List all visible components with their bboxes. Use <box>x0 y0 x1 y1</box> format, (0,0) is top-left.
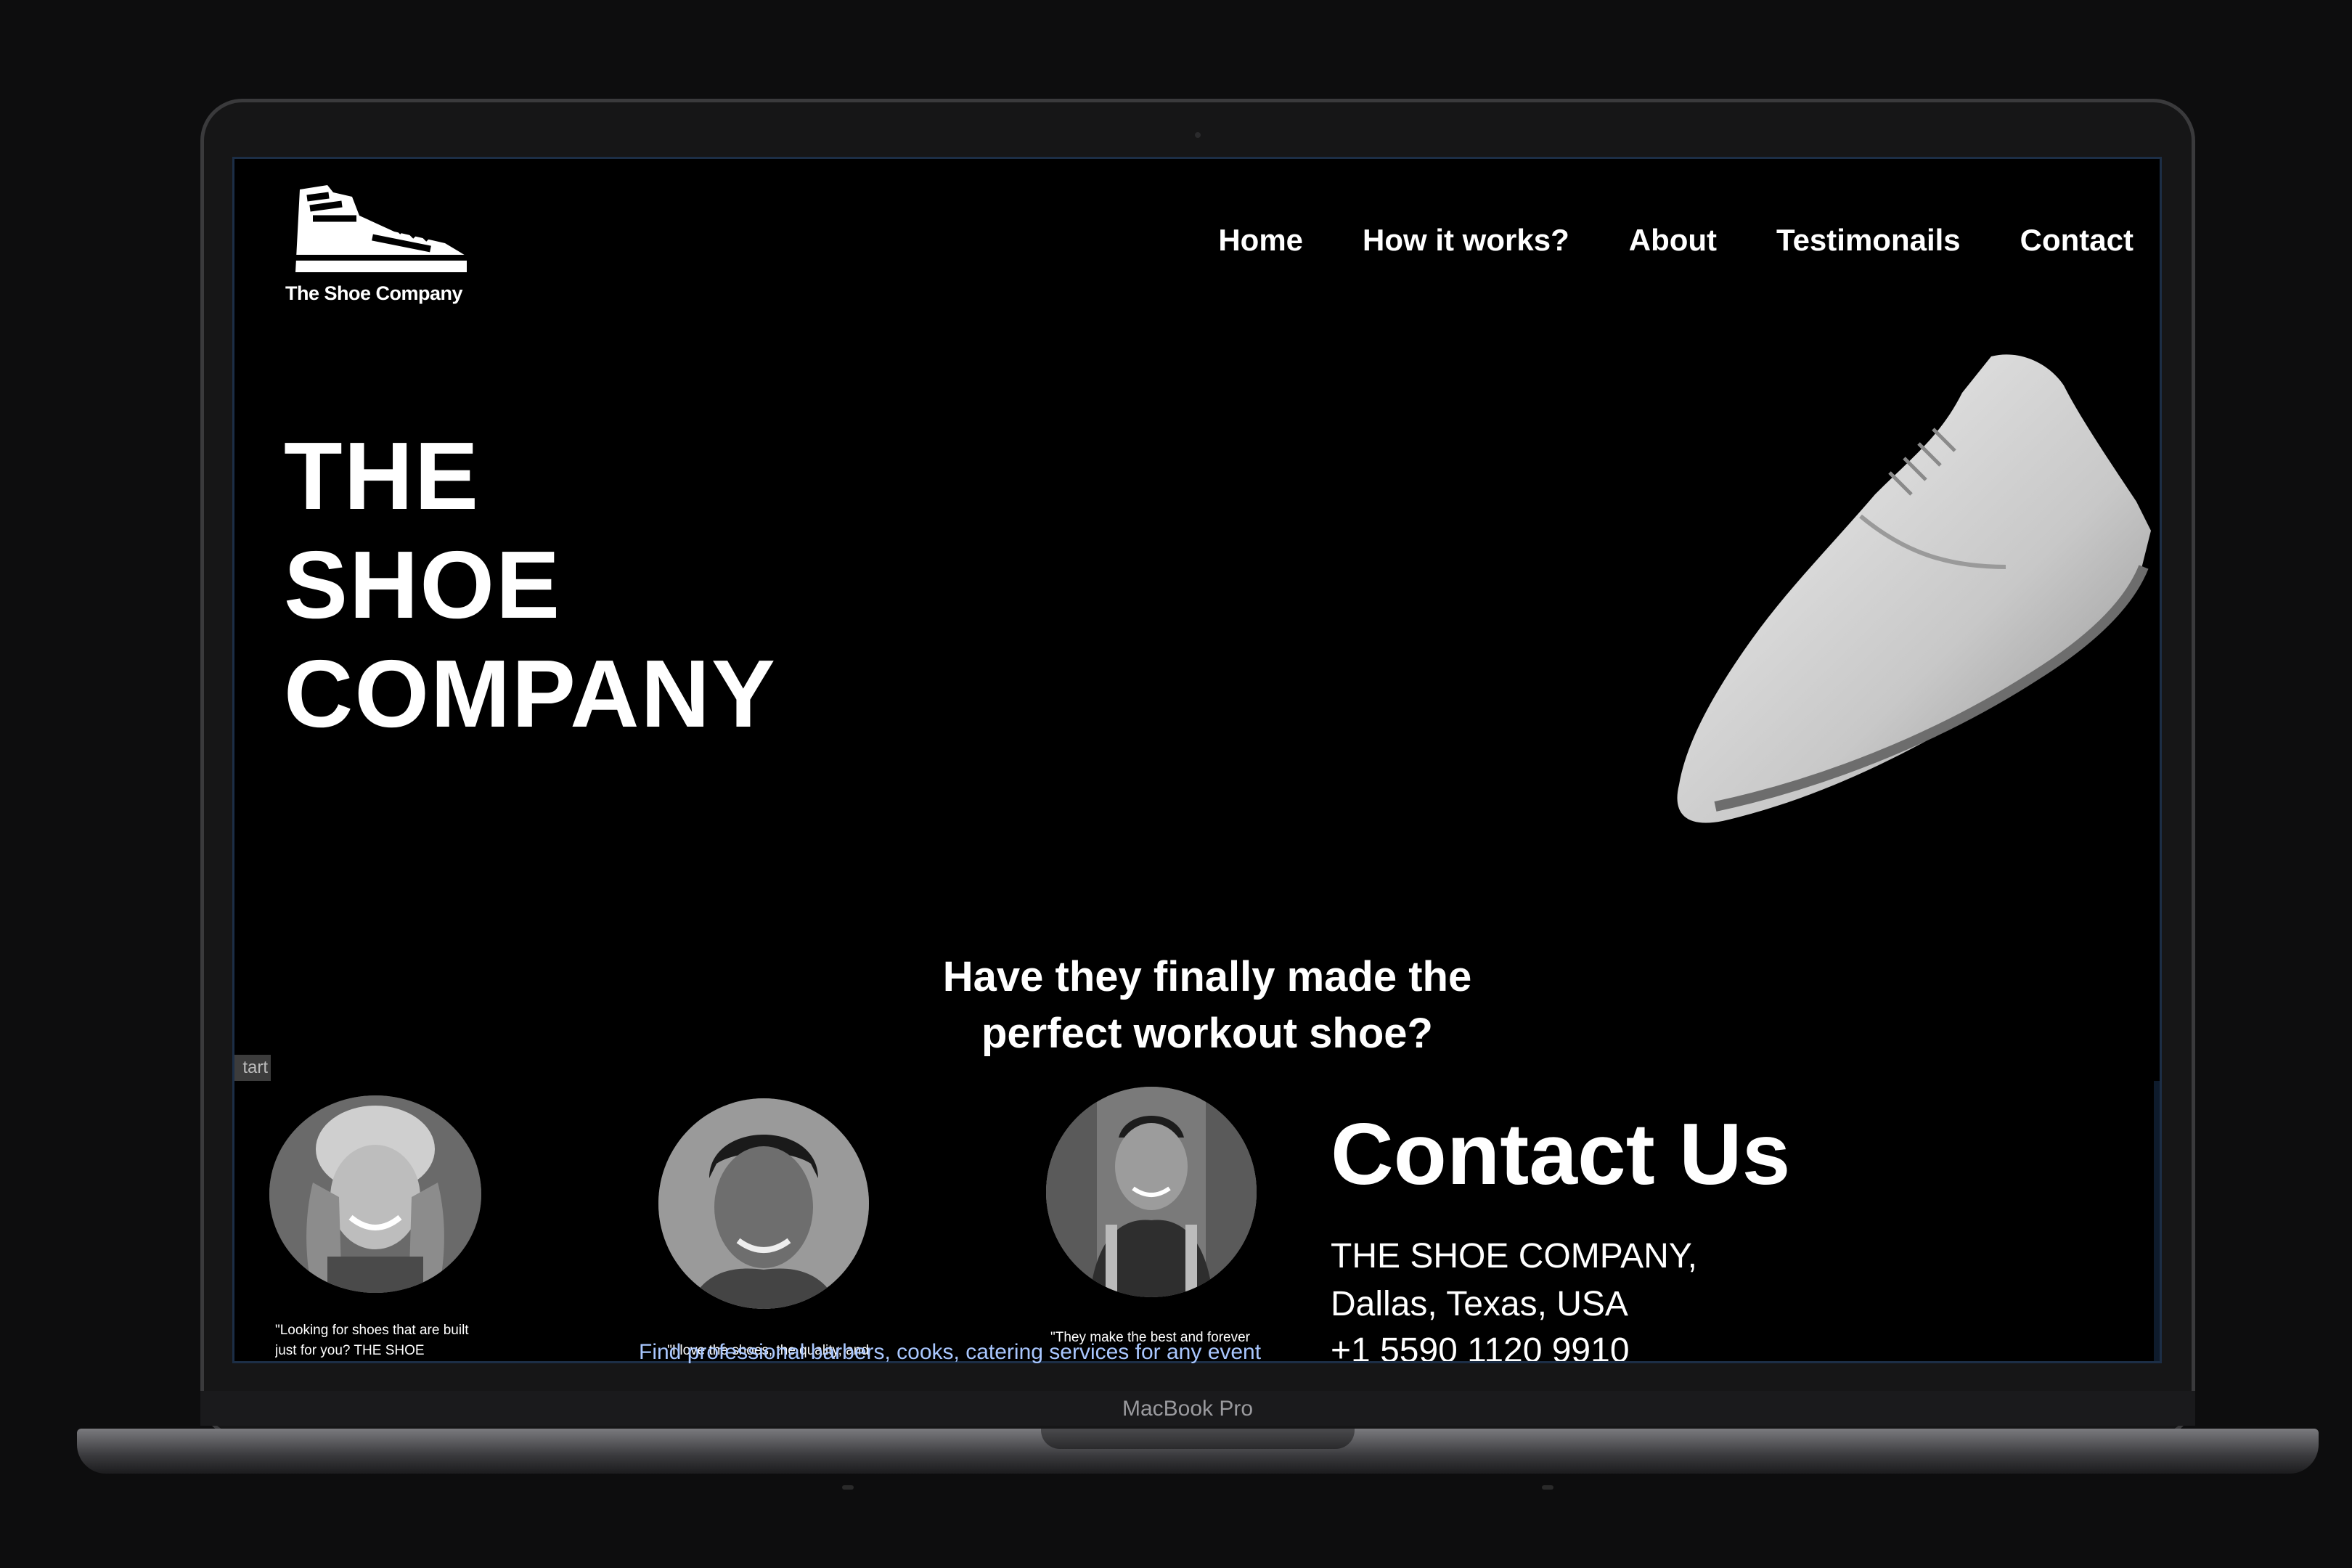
contact-location: Dallas, Texas, USA <box>1331 1285 1628 1323</box>
testimonial-quote: "Looking for shoes that are built just f… <box>275 1323 469 1358</box>
laptop-notch <box>1041 1429 1355 1449</box>
nav-testimonials[interactable]: Testimonails <box>1776 223 1961 258</box>
nav-about[interactable]: About <box>1629 223 1717 258</box>
testimonial-avatar <box>658 1098 869 1309</box>
device-label: MacBook Pro <box>1122 1397 1254 1421</box>
testimonial-avatar <box>269 1095 481 1293</box>
sneaker-image <box>1677 354 2151 823</box>
main-nav: Home How it works? About Testimonails Co… <box>1218 223 2133 258</box>
hero-title-line: THE <box>284 422 480 529</box>
laptop-foot <box>1542 1485 1553 1490</box>
nav-how-it-works[interactable]: How it works? <box>1363 223 1569 258</box>
contact-title: Contact Us <box>1331 1106 1791 1203</box>
logo-text: The Shoe Company <box>285 282 463 304</box>
tagline-line: perfect workout shoe? <box>981 1010 1433 1057</box>
hero-title-line: COMPANY <box>284 640 777 747</box>
start-tab[interactable]: tart <box>234 1055 271 1081</box>
brand-logo[interactable]: The Shoe Company <box>285 181 481 304</box>
contact-phone[interactable]: +1 5590 1120 9910 <box>1331 1331 1630 1361</box>
nav-contact[interactable]: Contact <box>2020 223 2133 258</box>
camera <box>1195 132 1201 138</box>
hero-title: THE SHOE COMPANY <box>284 422 777 748</box>
sneaker-logo-icon <box>295 185 467 272</box>
tagline-line: Have they finally made the <box>942 953 1472 1000</box>
contact-company: THE SHOE COMPANY, <box>1331 1237 1697 1275</box>
testimonial-avatar <box>1046 1087 1257 1297</box>
overflow-text: Find professional barbers, cooks, cateri… <box>639 1340 1262 1364</box>
tagline: Have they finally made the perfect worko… <box>888 949 1527 1062</box>
laptop-foot <box>842 1485 854 1490</box>
nav-home[interactable]: Home <box>1218 223 1303 258</box>
hero-title-line: SHOE <box>284 531 562 638</box>
website-screen: The Shoe Company Home How it works? Abou… <box>232 157 2162 1363</box>
